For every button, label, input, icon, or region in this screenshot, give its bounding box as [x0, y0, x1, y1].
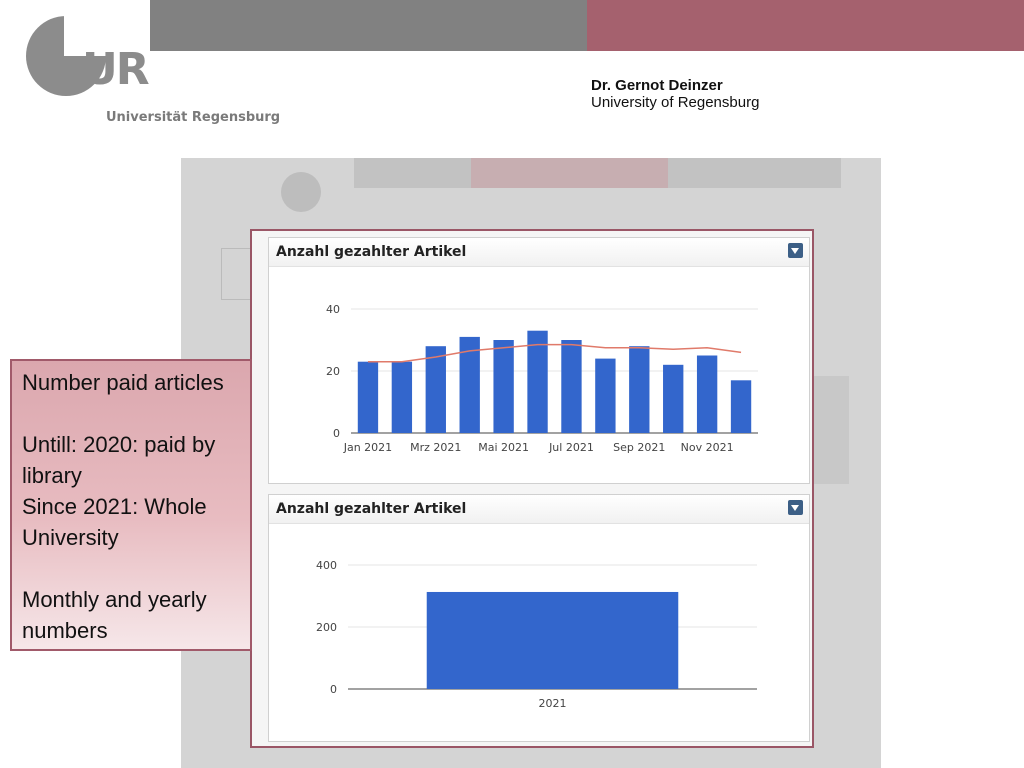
header-bar-red [587, 0, 1024, 51]
x-tick-label: 2021 [539, 697, 567, 710]
monthly-bar-chart: 0 20 40 Jan 2021 Mrz 2021 Mai 2021 Jul 2021 Sep… [326, 303, 758, 454]
x-tick-label: Sep 2021 [613, 441, 665, 454]
y-tick-label: 200 [316, 621, 337, 634]
background-header-accent [471, 158, 668, 188]
author-block: Dr. Gernot Deinzer University of Regensb… [591, 77, 759, 111]
x-tick-label: Nov 2021 [681, 441, 734, 454]
bar [561, 340, 582, 433]
university-logo: UR Universität Regensburg [24, 14, 284, 134]
logo-wordmark: Universität Regensburg [106, 110, 281, 125]
bar [357, 361, 379, 433]
bar [425, 346, 446, 433]
author-name: Dr. Gernot Deinzer [591, 77, 723, 94]
author-institution: University of Regensburg [591, 94, 760, 111]
trend-line [367, 343, 742, 363]
yearly-chart-panel: Anzahl gezahlter Artikel 0 200 400 2021 [268, 494, 810, 742]
note-text: Number paid articles Untill: 2020: paid b… [22, 367, 248, 646]
x-tick-label: Mai 2021 [478, 441, 529, 454]
bar [595, 358, 616, 433]
x-tick-label: Mrz 2021 [410, 441, 461, 454]
y-tick-label: 0 [330, 683, 337, 696]
note-line: Since 2021: Whole [22, 494, 207, 519]
yearly-bar-chart: 0 200 400 2021 [316, 559, 757, 710]
note-line: library [22, 463, 82, 488]
y-tick-label: 0 [333, 427, 340, 440]
note-spacer [22, 398, 248, 429]
bar [730, 380, 752, 433]
logo-letters: UR [82, 44, 150, 95]
y-tick-label: 400 [316, 559, 337, 572]
bar [629, 346, 650, 433]
y-tick-label: 20 [326, 365, 340, 378]
x-tick-label: Jul 2021 [548, 441, 594, 454]
bar [663, 364, 684, 433]
bar [493, 340, 514, 433]
bar [391, 361, 413, 433]
note-line: Monthly and yearly [22, 587, 207, 612]
note-line: numbers [22, 618, 108, 643]
x-tick-label: Jan 2021 [343, 441, 392, 454]
note-line: University [22, 525, 119, 550]
note-spacer [22, 553, 248, 584]
bar [696, 355, 718, 433]
y-tick-label: 40 [326, 303, 340, 316]
note-line: Number paid articles [22, 370, 224, 395]
bar [426, 591, 679, 689]
monthly-chart-panel: Anzahl gezahlter Artikel 0 20 40 Jan 2021 Mr… [268, 237, 810, 484]
background-right-image [809, 376, 849, 484]
note-line: Untill: 2020: paid by [22, 432, 216, 457]
note-box: Number paid articles Untill: 2020: paid b… [10, 359, 252, 651]
background-logo [281, 172, 321, 212]
